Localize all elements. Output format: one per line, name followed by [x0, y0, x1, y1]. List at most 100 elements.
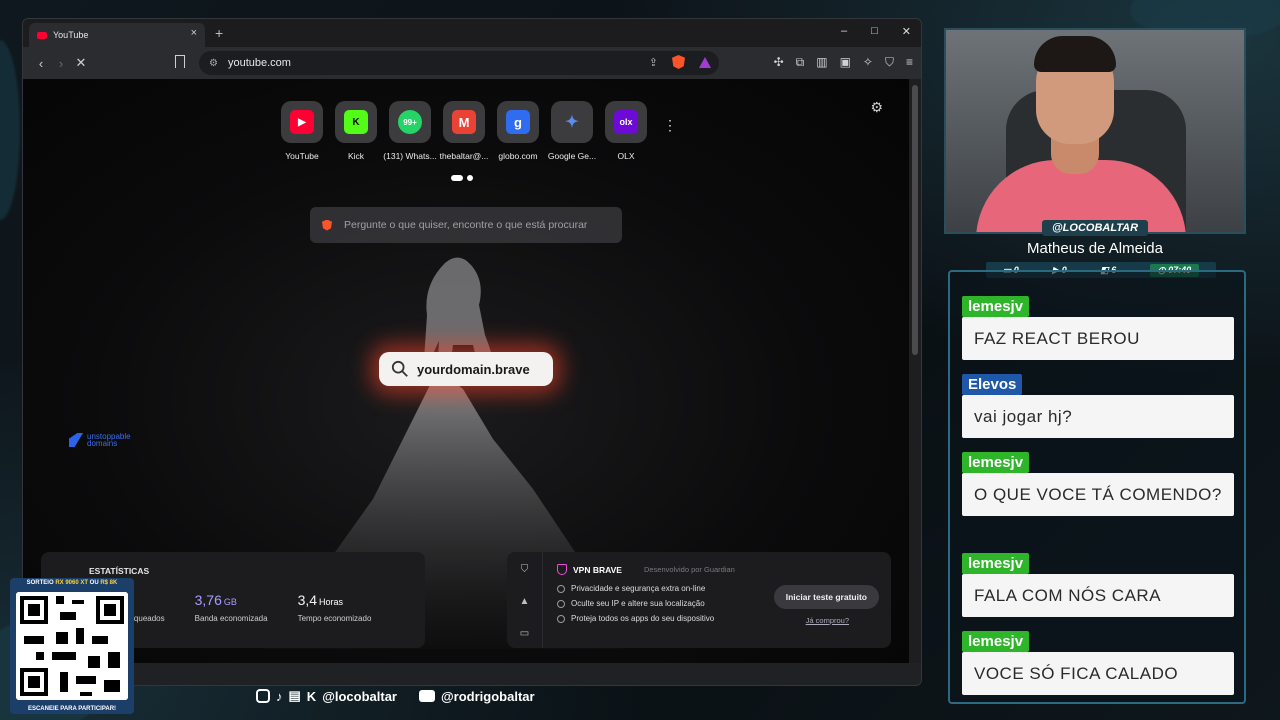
rewards-icon[interactable]: ▲ — [507, 596, 542, 616]
stat-caption: Tempo economizado — [297, 614, 372, 623]
tab-close-icon[interactable]: × — [191, 27, 197, 39]
twitch-icon: ▤ — [288, 688, 301, 703]
chat-text: vai jogar hj? — [962, 395, 1234, 438]
chat-username: lemesjv — [962, 452, 1030, 473]
list-item: Privacidade e segurança extra on-line — [557, 584, 714, 593]
instagram-icon — [256, 689, 270, 703]
top-site-gmail[interactable]: M thebaltar@... — [440, 101, 488, 161]
top-site-globo[interactable]: g globo.com — [497, 101, 539, 161]
vpn-title: VPN BRAVE — [573, 564, 622, 575]
check-icon — [557, 584, 565, 593]
feature-text: Privacidade e segurança extra on-line — [571, 584, 706, 593]
minimize-button[interactable]: – — [841, 25, 847, 38]
new-tab-button[interactable]: + — [215, 25, 223, 41]
tab-strip: YouTube × + – □ ✕ — [23, 19, 921, 47]
start-trial-button[interactable]: Iniciar teste gratuito — [773, 585, 879, 609]
site-info-icon[interactable]: ⚙ — [209, 58, 218, 69]
top-site-label: Kick — [347, 151, 365, 161]
back-button[interactable]: ‹ — [31, 56, 51, 71]
kick-icon: K — [344, 110, 368, 134]
customize-settings-icon[interactable]: ⚙ — [870, 99, 883, 116]
browser-window: YouTube × + – □ ✕ ‹ › ✕ ⚙ youtube.com ⇪ … — [22, 18, 922, 686]
domain-promo-button[interactable]: yourdomain.brave — [379, 352, 553, 386]
chat-message: Elevos vai jogar hj? — [962, 374, 1234, 438]
share-icon[interactable]: ⇪ — [649, 56, 658, 69]
stop-loading-button[interactable]: ✕ — [71, 55, 91, 71]
forward-button[interactable]: › — [51, 56, 71, 71]
gemini-icon: ✦ — [565, 114, 579, 131]
social-handles: ♪ ▤ K @locobaltar @rodrigobaltar — [256, 688, 535, 704]
bookmark-icon[interactable] — [175, 55, 185, 68]
chat-username: Elevos — [962, 374, 1023, 395]
screenshot-icon[interactable]: ⧉ — [796, 55, 805, 70]
domain-pill-text: yourdomain.brave — [417, 361, 530, 377]
sponsor-logo-line2: domains — [87, 439, 118, 448]
top-site-gemini[interactable]: ✦ Google Ge... — [548, 101, 596, 161]
unstoppable-domains-logo[interactable]: unstoppable domains — [69, 433, 131, 448]
top-sites-pager[interactable] — [451, 175, 473, 181]
vpn-widget: ⛉ ▲ ▭ VPN BRAVE Desenvolvido por Guardia… — [507, 552, 891, 648]
tab-youtube[interactable]: YouTube × — [29, 23, 205, 47]
widget-switcher: ⛉ ▲ ▭ — [507, 552, 543, 648]
new-tab-page: ▶ YouTube K Kick 99+ (131) Whats... M th… — [23, 79, 911, 663]
promo-prize-2: R$ 8K — [100, 580, 118, 586]
stat-unit: Horas — [319, 597, 344, 607]
more-options-icon[interactable]: ⋮ — [663, 117, 677, 134]
status-bar — [23, 663, 921, 685]
already-bought-link[interactable]: Já comprou? — [806, 616, 849, 625]
search-box[interactable]: Pergunte o que quiser, encontre o que es… — [310, 207, 622, 243]
feature-text: Oculte seu IP e altere sua localização — [571, 599, 705, 608]
chat-text: FAZ REACT BEROU — [962, 317, 1234, 360]
pager-dot-active[interactable] — [451, 175, 463, 181]
maximize-button[interactable]: □ — [871, 25, 878, 38]
brave-rewards-icon[interactable] — [699, 56, 711, 68]
brave-shields-icon[interactable] — [672, 55, 685, 69]
vpn-developed-by: Desenvolvido por Guardian — [643, 565, 735, 574]
promo-prefix: SORTEIO — [26, 580, 54, 586]
scrollbar-thumb[interactable] — [912, 85, 918, 355]
browser-toolbar: ‹ › ✕ ⚙ youtube.com ⇪ ✣ ⧉ ▥ ▣ ✧ ⛉ ≡ — [23, 47, 921, 79]
top-site-youtube[interactable]: ▶ YouTube — [281, 101, 323, 161]
qr-code-image — [16, 592, 128, 700]
promo-prize-1: RX 9060 XT — [55, 580, 88, 586]
top-site-olx[interactable]: olx OLX — [605, 101, 647, 161]
top-site-label: globo.com — [498, 151, 538, 161]
hair-shape — [1034, 36, 1116, 72]
stat-time-saved: 3,4 Horas Tempo economizado — [298, 592, 372, 623]
search-icon — [391, 360, 408, 377]
top-site-label: YouTube — [285, 151, 319, 161]
unstoppable-domains-icon — [69, 433, 83, 447]
vpn-shield-icon — [557, 564, 567, 575]
stat-value: 3,4 — [297, 592, 318, 608]
pager-dot[interactable] — [467, 175, 473, 181]
close-window-button[interactable]: ✕ — [902, 25, 911, 38]
top-site-whatsapp[interactable]: 99+ (131) Whats... — [383, 101, 437, 161]
top-site-label: (131) Whats... — [383, 151, 437, 161]
page-scrollbar[interactable] — [909, 79, 921, 663]
vpn-icon[interactable]: ⛉ — [885, 55, 894, 70]
chat-text: FALA COM NÓS CARA — [962, 574, 1234, 617]
list-item: Oculte seu IP e altere sua localização — [557, 599, 714, 608]
address-bar-actions: ⇪ — [649, 55, 711, 69]
menu-icon[interactable]: ≡ — [906, 55, 913, 70]
sidebar-icon[interactable]: ▥ — [816, 55, 827, 70]
stat-value: 3,76 — [194, 592, 222, 608]
stat-caption: Banda economizada — [194, 614, 268, 623]
address-bar[interactable]: ⚙ youtube.com ⇪ — [199, 51, 719, 75]
chat-username: lemesjv — [962, 631, 1030, 652]
leo-ai-icon[interactable]: ✧ — [863, 55, 873, 70]
extensions-icon[interactable]: ✣ — [774, 55, 784, 70]
brave-search-icon — [322, 219, 332, 231]
chat-text: VOCE SÓ FICA CALADO — [962, 652, 1234, 695]
chat-message: lemesjv O QUE VOCE TÁ COMENDO? — [962, 452, 1234, 516]
talk-icon[interactable]: ▭ — [507, 628, 542, 648]
wallet-icon[interactable]: ▣ — [840, 55, 851, 70]
check-icon — [557, 599, 565, 608]
chat-text: O QUE VOCE TÁ COMENDO? — [962, 473, 1234, 516]
olx-icon: olx — [614, 110, 638, 134]
top-site-label: thebaltar@... — [439, 151, 489, 161]
list-item: Proteja todos os apps do seu dispositivo — [557, 614, 714, 623]
stats-title: ESTATÍSTICAS — [89, 566, 150, 576]
shield-icon[interactable]: ⛉ — [507, 564, 542, 584]
top-site-kick[interactable]: K Kick — [335, 101, 377, 161]
